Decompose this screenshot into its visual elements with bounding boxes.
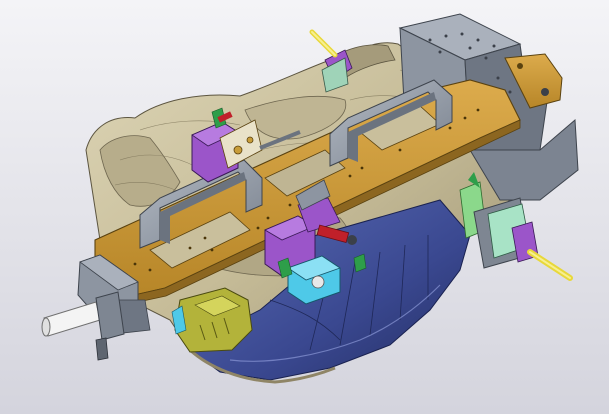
cad-viewport[interactable] <box>0 0 609 414</box>
arm-bolt <box>541 88 549 96</box>
cad-model-render <box>0 0 609 414</box>
arm-hole <box>517 63 523 69</box>
